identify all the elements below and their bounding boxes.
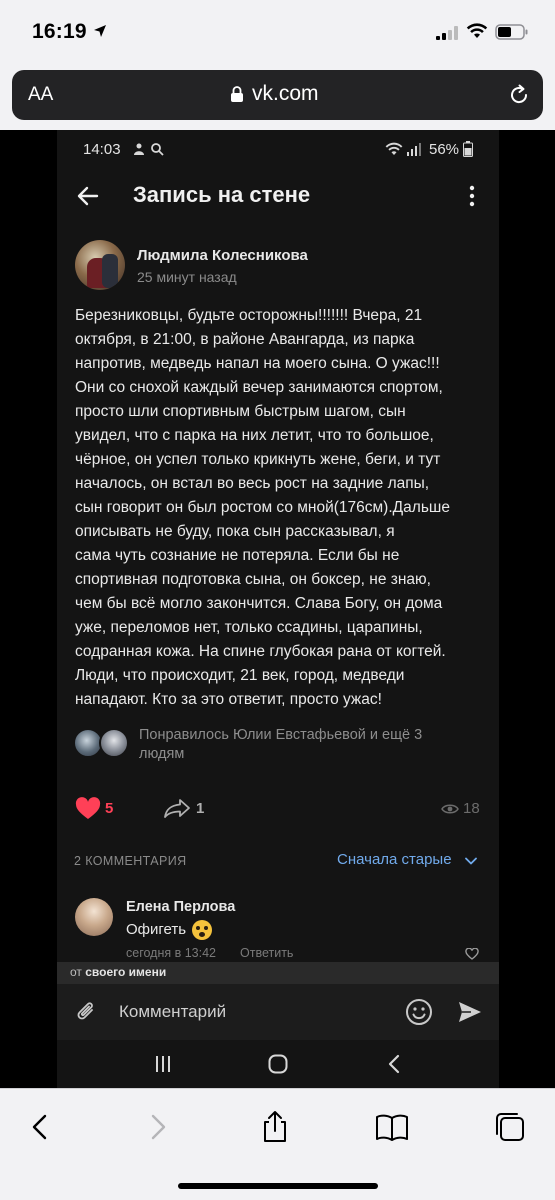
location-arrow-icon [94, 25, 106, 37]
flushed-face-emoji-icon [192, 920, 212, 940]
chevron-down-icon[interactable] [465, 857, 477, 865]
wifi-icon [385, 142, 403, 155]
likes-summary[interactable]: Понравилось Юлии Евстафьевой и ещё 3 люд… [139, 726, 459, 764]
avatar-figure [102, 254, 118, 288]
author-avatar[interactable] [75, 240, 125, 290]
text-size-button[interactable]: AA [28, 84, 53, 106]
views-count: 18 [463, 800, 480, 817]
likers-avatars[interactable] [73, 728, 133, 764]
back-icon[interactable] [22, 1109, 58, 1145]
share-icon[interactable] [163, 797, 191, 819]
text-size-label: AA [28, 84, 54, 105]
send-icon[interactable] [457, 999, 483, 1025]
home-icon[interactable] [268, 1054, 288, 1074]
android-status-bar: 14:03 56% [57, 130, 499, 170]
post-timestamp: 25 минут назад [137, 269, 237, 285]
safari-address-bar[interactable]: AA vk.com [12, 70, 543, 120]
post-as-name: своего имени [85, 965, 167, 979]
ios-clock: 16:19 [32, 20, 87, 43]
page-title: Запись на стене [133, 182, 311, 207]
cellular-signal-icon [407, 143, 421, 156]
reply-button[interactable]: Ответить [240, 946, 293, 960]
phone-screenshot: 14:03 56% Запись на стене Людмила Колесн… [57, 130, 499, 1088]
heart-outline-icon[interactable] [465, 948, 479, 960]
android-navigation-bar [57, 1040, 499, 1088]
back-arrow-icon[interactable] [75, 183, 101, 209]
heart-icon[interactable] [75, 797, 101, 821]
share-icon[interactable] [257, 1109, 293, 1145]
bookmarks-icon[interactable] [374, 1109, 410, 1145]
comments-count: 2 КОММЕНТАРИЯ [74, 854, 187, 868]
comment-author-name[interactable]: Елена Перлова [126, 899, 235, 915]
battery-percent: 56% [429, 141, 460, 158]
nav-back-icon[interactable] [387, 1054, 401, 1074]
liker-avatar [99, 728, 129, 758]
tabs-icon[interactable] [492, 1109, 528, 1145]
notification-icon [134, 143, 144, 155]
reload-icon[interactable] [506, 82, 532, 108]
comment-text: Офигеть [126, 921, 187, 938]
ios-status-bar: 16:19 [0, 0, 555, 64]
comment-author-avatar[interactable] [75, 898, 113, 936]
paperclip-icon[interactable] [75, 1000, 97, 1024]
wifi-icon [466, 23, 488, 38]
eye-icon [441, 804, 459, 814]
battery-icon [495, 24, 528, 40]
android-clock: 14:03 [83, 141, 121, 158]
share-count: 1 [196, 800, 205, 817]
emoji-eye [204, 926, 208, 930]
url-text[interactable]: vk.com [252, 82, 319, 106]
comment-compose-bar [57, 984, 499, 1040]
recent-apps-icon[interactable] [154, 1055, 172, 1073]
comment-timestamp: сегодня в 13:42 [126, 946, 216, 960]
home-indicator[interactable] [178, 1183, 378, 1189]
cellular-signal-icon [436, 26, 458, 40]
lock-icon [231, 86, 243, 102]
post-as-label: от своего имени [70, 965, 166, 979]
more-options-icon[interactable] [467, 184, 477, 208]
search-icon [151, 143, 164, 156]
forward-icon[interactable] [140, 1109, 176, 1145]
battery-icon [463, 141, 473, 157]
app-header: Запись на стене [57, 170, 499, 222]
comment-input[interactable] [119, 994, 389, 1030]
safari-toolbar [0, 1088, 555, 1200]
post-text: Березниковцы, будьте осторожны!!!!!!! Вч… [75, 307, 450, 708]
emoji-mouth [199, 932, 205, 937]
post-author-name[interactable]: Людмила Колесникова [137, 247, 308, 264]
emoji-eye [196, 926, 200, 930]
post-as-selector[interactable]: от своего имени [57, 962, 499, 984]
like-count: 5 [105, 800, 114, 817]
emoji-picker-icon[interactable] [405, 998, 433, 1026]
comments-sort-select[interactable]: Сначала старые [337, 851, 452, 868]
post-as-prefix: от [70, 965, 82, 979]
